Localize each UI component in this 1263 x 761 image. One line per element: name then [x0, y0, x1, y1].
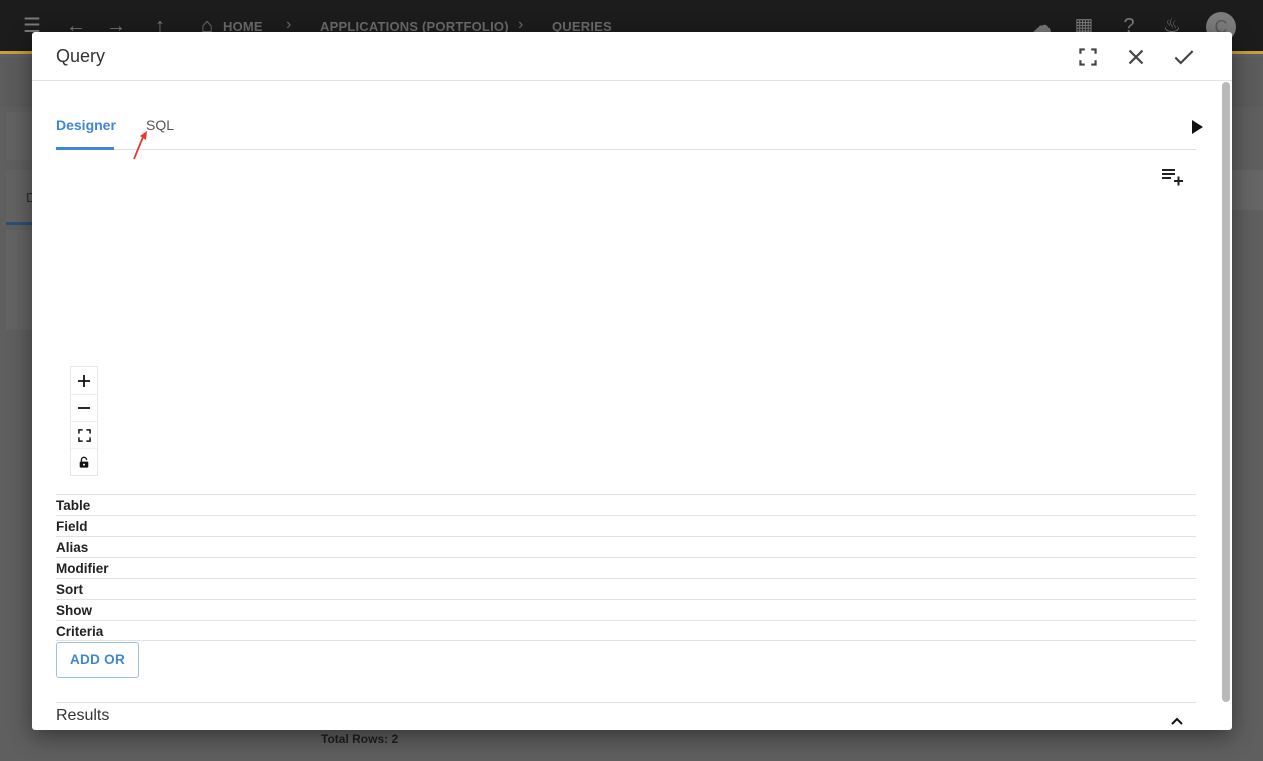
results-label: Results: [56, 707, 110, 724]
dialog-header: Query: [32, 32, 1232, 81]
unlock-icon: [79, 456, 89, 468]
dialog-title: Query: [56, 46, 106, 66]
close-icon: [1128, 49, 1144, 65]
grid-row-modifier: Modifier: [56, 557, 1196, 578]
grid-row-sort: Sort: [56, 578, 1196, 599]
zoom-in-button[interactable]: [71, 367, 97, 394]
play-icon: [1192, 120, 1203, 134]
collapse-results-button[interactable]: [1167, 711, 1187, 730]
chevron-up-icon: [1171, 717, 1183, 725]
grid-row-alias: Alias: [56, 536, 1196, 557]
fullscreen-button[interactable]: [1075, 44, 1101, 70]
annotation-arrow-icon: [133, 131, 147, 160]
confirm-button[interactable]: [1171, 44, 1197, 70]
zoom-out-button[interactable]: [71, 394, 97, 421]
add-table-button[interactable]: [1160, 164, 1186, 188]
fit-view-icon: [77, 428, 91, 442]
grid-row-table: Table: [56, 494, 1196, 515]
grid-row-criteria: Criteria: [56, 620, 1196, 641]
tab-designer[interactable]: Designer: [56, 117, 116, 133]
diagram-zoom-controls: [70, 366, 98, 476]
check-icon: [1174, 50, 1194, 65]
fit-view-button[interactable]: [71, 421, 97, 448]
query-dialog: Query Designer SQL Table Field Alias Mod…: [32, 32, 1232, 730]
query-tabs: Designer SQL: [56, 112, 1203, 150]
run-query-button[interactable]: [1184, 115, 1208, 139]
query-grid: Table Field Alias Modifier Sort Show Cri…: [56, 494, 1196, 641]
fullscreen-icon: [1079, 48, 1097, 66]
active-tab-indicator: [56, 147, 114, 150]
results-section: Results: [56, 702, 1196, 730]
lock-toggle-button[interactable]: [71, 448, 97, 475]
plus-icon: [78, 374, 90, 387]
close-button[interactable]: [1123, 44, 1149, 70]
add-or-button[interactable]: ADD OR: [56, 642, 139, 678]
minus-icon: [78, 407, 90, 409]
grid-row-field: Field: [56, 515, 1196, 536]
dialog-scrollbar[interactable]: [1222, 82, 1230, 702]
playlist-add-icon: [1162, 169, 1183, 186]
total-rows-label: Total Rows: 2: [321, 732, 399, 746]
grid-row-show: Show: [56, 599, 1196, 620]
